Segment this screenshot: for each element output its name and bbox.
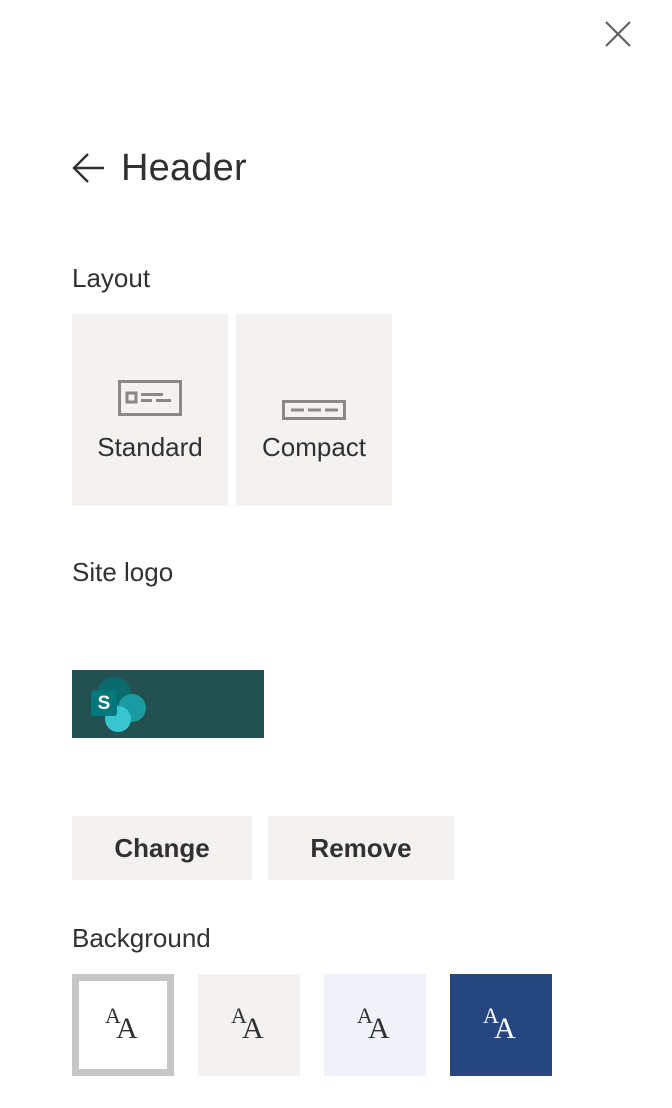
layout-options: Standard Compact [72,314,392,506]
font-size-icon: A A [357,1003,390,1045]
layout-option-standard[interactable]: Standard [72,314,228,506]
remove-logo-button[interactable]: Remove [268,816,454,880]
compact-layout-icon [282,400,346,420]
background-swatch-white[interactable]: A A [72,974,174,1076]
layout-option-compact[interactable]: Compact [236,314,392,506]
background-swatch-light-blue[interactable]: A A [324,974,426,1076]
logo-actions: Change Remove [72,816,454,880]
standard-layout-icon [118,380,182,416]
layout-option-label: Compact [261,432,367,462]
font-size-icon: A A [105,1003,138,1045]
site-logo-section-label: Site logo [72,557,174,587]
panel-header: Header [72,140,247,196]
font-size-icon: A A [483,1003,516,1045]
logo-letter: S [98,693,111,714]
close-button[interactable] [598,14,638,54]
layout-option-label: Standard [97,432,203,462]
background-swatches: A A A A A A A A [72,974,552,1076]
site-logo-preview: S [72,670,264,738]
back-button[interactable] [72,140,106,196]
page-title: Header [121,146,247,189]
font-size-icon: A A [231,1003,264,1045]
layout-section-label: Layout [72,263,151,293]
sharepoint-logo-icon: S [91,677,146,732]
background-section-label: Background [72,923,211,953]
close-icon [605,21,631,47]
arrow-left-icon [72,153,104,183]
change-logo-button[interactable]: Change [72,816,252,880]
background-swatch-light-gray[interactable]: A A [198,974,300,1076]
background-swatch-dark-blue[interactable]: A A [450,974,552,1076]
